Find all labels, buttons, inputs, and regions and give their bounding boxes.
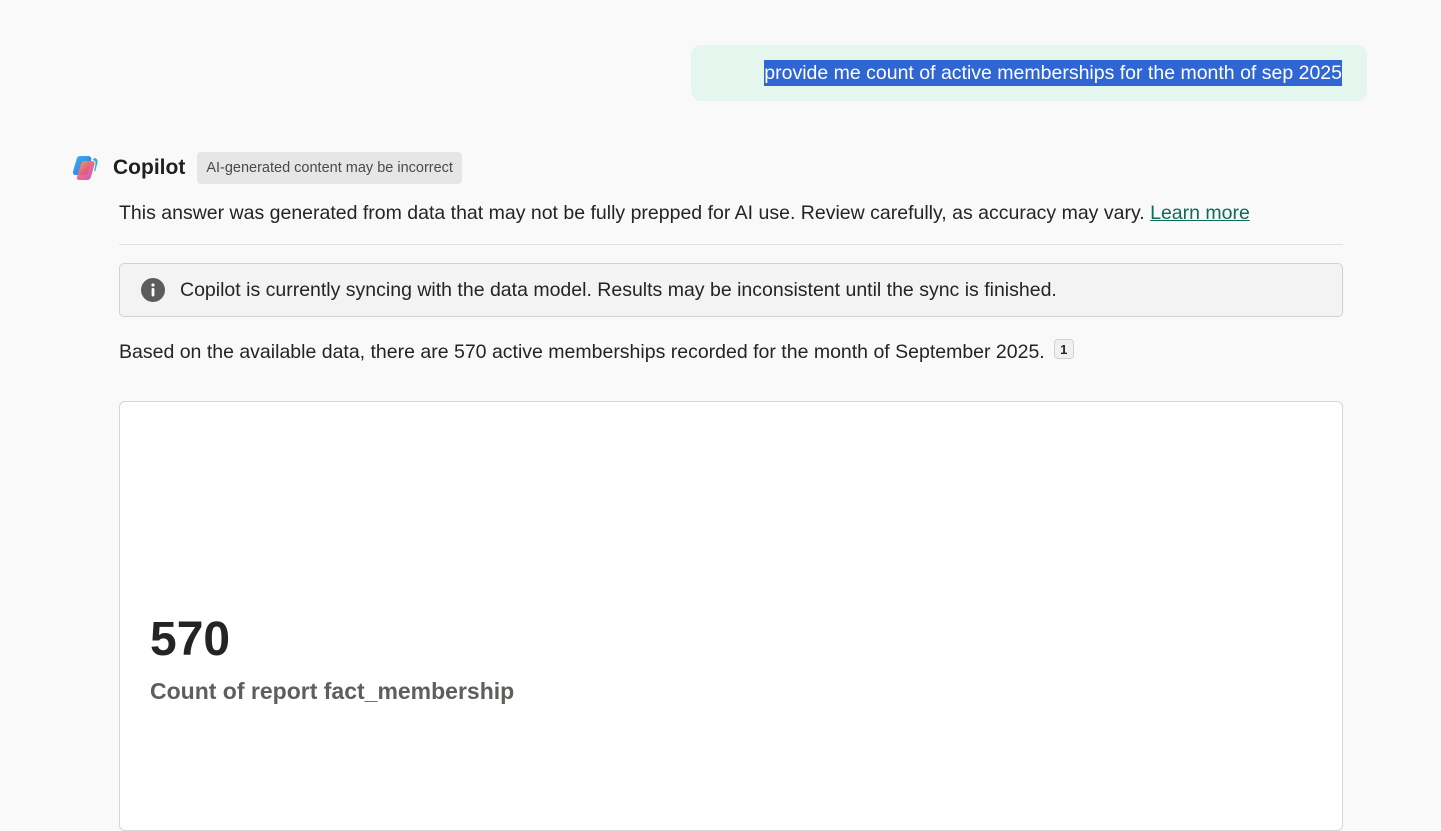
card-value: 570 xyxy=(150,613,231,666)
card-visual[interactable]: 570 Count of report fact_membership xyxy=(119,401,1343,831)
citation-badge[interactable]: 1 xyxy=(1053,339,1074,359)
answer-text: Based on the available data, there are 5… xyxy=(119,341,1045,363)
data-readiness-disclaimer: This answer was generated from data that… xyxy=(119,199,1343,227)
user-message-bubble: provide me count of active memberships f… xyxy=(691,45,1367,101)
user-message-text[interactable]: provide me count of active memberships f… xyxy=(764,60,1342,86)
copilot-logo-icon xyxy=(72,156,98,180)
copilot-header: Copilot AI-generated content may be inco… xyxy=(72,152,462,184)
learn-more-link[interactable]: Learn more xyxy=(1150,202,1250,224)
ai-disclaimer-badge: AI-generated content may be incorrect xyxy=(197,152,462,184)
sync-info-text: Copilot is currently syncing with the da… xyxy=(180,278,1057,301)
card-label: Count of report fact_membership xyxy=(150,678,515,704)
answer-text-row: Based on the available data, there are 5… xyxy=(119,338,1074,366)
info-icon xyxy=(141,278,165,302)
copilot-name: Copilot xyxy=(113,156,186,179)
divider xyxy=(119,244,1343,245)
disclaimer-text: This answer was generated from data that… xyxy=(119,202,1151,224)
sync-info-banner: Copilot is currently syncing with the da… xyxy=(119,263,1343,317)
